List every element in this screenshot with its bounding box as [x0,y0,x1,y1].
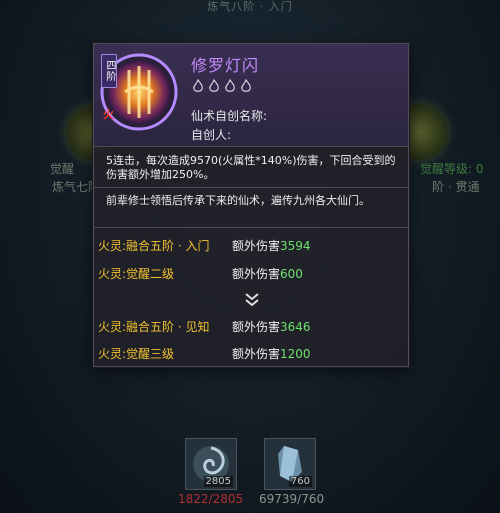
custom-name-label: 仙术自创名称: [191,109,268,123]
right-node-label: 觉醒等级: 0 [420,162,484,176]
skill-description: 5连击，每次造成9570(火属性*140%)伤害，下回合受到的伤害额外增加250… [106,154,396,181]
material-slot-crystal[interactable]: 760 [264,438,316,490]
flame-icon [191,78,205,92]
divider [94,227,408,228]
flame-icon [207,78,221,92]
right-node-sublabel: 阶 · 贯通 [432,180,480,194]
flame-icon [239,78,253,92]
upgrade-requirement: 火灵:融合五阶 · 入门 [98,239,210,253]
upgrade-requirement: 火灵:觉醒三级 [98,347,175,361]
material-count-text: 69739/760 [259,492,325,506]
divider [94,146,408,147]
tier-badge: 四阶 [101,54,117,88]
upgrade-value: 600 [280,267,303,281]
upgrade-requirement: 火灵:融合五阶 · 见知 [98,320,210,334]
upgrade-effect: 额外伤害 [232,267,281,281]
upgrade-value: 3646 [280,320,311,334]
material-count-text: 1822/2805 [178,492,244,506]
upgrade-value: 1200 [280,347,311,361]
upgrade-effect: 额外伤害 [232,320,281,334]
divider [94,187,408,188]
grade-flames [191,78,253,92]
upgrade-row-next: 火灵:融合五阶 · 见知 额外伤害3646 [98,318,311,335]
element-mark: 火 [103,108,114,121]
slot-count-badge: 2805 [203,476,233,487]
skill-lore: 前辈修士领悟后传承下来的仙术，遍传九州各大仙门。 [106,194,370,207]
creator-label: 自创人: [191,128,232,142]
upgrade-row-next: 火灵:觉醒三级 额外伤害1200 [98,345,311,362]
double-chevron-down-icon [243,291,261,309]
upgrade-row-current: 火灵:觉醒二级 额外伤害600 [98,265,303,282]
skill-tooltip-panel: 四阶 火 修罗灯闪 仙术自创名称: 自创人: 5连击，每次造成9570(火属性*… [93,43,409,367]
flame-icon [223,78,237,92]
material-slot-swirl[interactable]: 2805 [185,438,237,490]
upgrade-value: 3594 [280,239,311,253]
upgrade-effect: 额外伤害 [232,239,281,253]
upgrade-row-current: 火灵:融合五阶 · 入门 额外伤害3594 [98,237,311,254]
upgrade-requirement: 火灵:觉醒二级 [98,267,175,281]
upgrade-effect: 额外伤害 [232,347,281,361]
slot-count-badge: 760 [288,476,312,487]
left-node-label: 觉醒 [50,162,75,176]
skill-name: 修罗灯闪 [191,56,260,75]
background-stage-title: 炼气八阶 · 入门 [207,0,293,13]
